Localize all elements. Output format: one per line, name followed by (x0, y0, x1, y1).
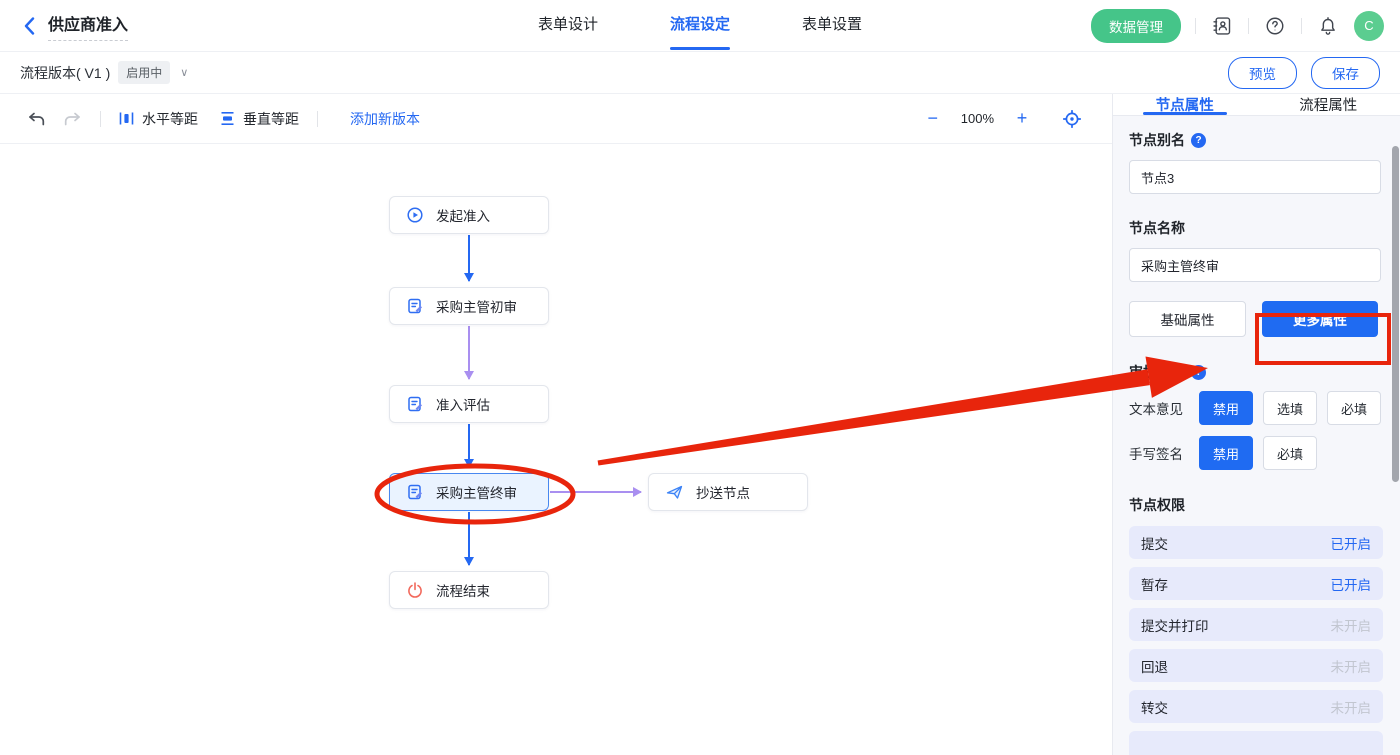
contact-book-icon[interactable] (1210, 14, 1234, 38)
flow-connectors (0, 144, 1112, 755)
chevron-down-icon[interactable]: ∨ (180, 66, 188, 79)
node-name-label: 节点名称 (1129, 218, 1378, 238)
status-badge: 未开启 (1331, 697, 1372, 717)
properties-panel: 节点属性 流程属性 节点别名 ? 节点名称 基础属性 更多属性 审批意见 ? (1112, 94, 1400, 755)
save-button[interactable]: 保存 (1311, 57, 1380, 89)
status-badge: 已开启 (1331, 533, 1372, 553)
flow-node-first-review[interactable]: 采购主管初审 (389, 287, 549, 325)
help-icon[interactable] (1263, 14, 1287, 38)
permission-row-save-draft[interactable]: 暂存 已开启 (1129, 567, 1383, 600)
flow-node-evaluation[interactable]: 准入评估 (389, 385, 549, 423)
header-actions: 数据管理 C (1091, 9, 1384, 43)
signature-required-button[interactable]: 必填 (1263, 436, 1317, 470)
tab-process-properties[interactable]: 流程属性 (1257, 94, 1400, 115)
zoom-out-button[interactable]: − (921, 108, 945, 129)
panel-tabs: 节点属性 流程属性 (1113, 94, 1400, 116)
add-version-link[interactable]: 添加新版本 (350, 109, 420, 129)
tab-form-design[interactable]: 表单设计 (538, 0, 598, 52)
notification-bell-icon[interactable] (1316, 14, 1340, 38)
permission-row-submit[interactable]: 提交 已开启 (1129, 526, 1383, 559)
play-icon (407, 207, 423, 223)
avatar[interactable]: C (1354, 11, 1384, 41)
zoom-level: 100% (961, 111, 994, 126)
divider (1195, 18, 1196, 34)
flow-node-final-review[interactable]: 采购主管终审 (389, 473, 549, 511)
panel-scrollbar[interactable] (1392, 146, 1399, 482)
horizontal-spacing-icon (119, 111, 134, 126)
horizontal-spacing-button[interactable]: 水平等距 (119, 109, 198, 129)
version-label: 流程版本( V1 ) (20, 63, 110, 83)
divider (1301, 18, 1302, 34)
locate-center-icon[interactable] (1062, 109, 1082, 129)
node-permissions-label: 节点权限 (1129, 495, 1378, 515)
preview-button[interactable]: 预览 (1228, 57, 1297, 89)
flow-node-start[interactable]: 发起准入 (389, 196, 549, 234)
status-badge: 未开启 (1331, 615, 1372, 635)
tab-process-setting[interactable]: 流程设定 (670, 0, 730, 52)
flow-node-cc[interactable]: 抄送节点 (648, 473, 808, 511)
flow-node-end[interactable]: 流程结束 (389, 571, 549, 609)
tab-node-properties[interactable]: 节点属性 (1113, 94, 1257, 115)
paper-plane-icon (666, 484, 683, 500)
text-opinion-disable-button[interactable]: 禁用 (1199, 391, 1253, 425)
power-icon (407, 582, 423, 598)
page-title[interactable]: 供应商准入 (48, 11, 128, 41)
help-icon[interactable]: ? (1191, 365, 1206, 380)
permission-row-submit-print[interactable]: 提交并打印 未开启 (1129, 608, 1383, 641)
status-badge: 启用中 (118, 61, 170, 84)
back-chevron-icon (24, 17, 35, 35)
doc-edit-icon (407, 298, 423, 314)
flow-canvas[interactable]: 发起准入 采购主管初审 准入评估 (0, 144, 1112, 755)
node-alias-label: 节点别名 ? (1129, 130, 1378, 150)
node-name-input[interactable] (1129, 248, 1381, 282)
signature-row: 手写签名 禁用 必填 (1129, 436, 1378, 470)
text-opinion-optional-button[interactable]: 选填 (1263, 391, 1317, 425)
data-manage-button[interactable]: 数据管理 (1091, 9, 1181, 43)
more-properties-button[interactable]: 更多属性 (1262, 301, 1378, 337)
permission-row-rollback[interactable]: 回退 未开启 (1129, 649, 1383, 682)
vertical-spacing-button[interactable]: 垂直等距 (220, 109, 299, 129)
text-opinion-required-button[interactable]: 必填 (1327, 391, 1381, 425)
node-alias-input[interactable] (1129, 160, 1381, 194)
doc-edit-icon (407, 484, 423, 500)
status-badge: 未开启 (1331, 656, 1372, 676)
undo-icon[interactable] (26, 109, 46, 129)
help-icon[interactable]: ? (1191, 133, 1206, 148)
status-badge: 已开启 (1331, 574, 1372, 594)
doc-edit-icon (407, 396, 423, 412)
vertical-spacing-icon (220, 111, 235, 126)
back-button[interactable] (16, 13, 42, 39)
app-header: 供应商准入 表单设计 流程设定 表单设置 数据管理 (0, 0, 1400, 52)
permission-row-transfer[interactable]: 转交 未开启 (1129, 690, 1383, 723)
canvas-toolbar: 水平等距 垂直等距 添加新版本 − 100% + (0, 94, 1112, 144)
zoom-in-button[interactable]: + (1010, 108, 1034, 129)
permission-row-partial[interactable] (1129, 731, 1383, 755)
signature-label: 手写签名 (1129, 443, 1189, 463)
text-opinion-row: 文本意见 禁用 选填 必填 (1129, 391, 1378, 425)
divider (100, 111, 101, 127)
redo-icon[interactable] (62, 109, 82, 129)
tab-form-setting[interactable]: 表单设置 (802, 0, 862, 52)
approval-opinion-label: 审批意见 ? (1129, 362, 1378, 382)
signature-disable-button[interactable]: 禁用 (1199, 436, 1253, 470)
divider (1248, 18, 1249, 34)
text-opinion-label: 文本意见 (1129, 398, 1189, 418)
version-bar: 流程版本( V1 ) 启用中 ∨ 预览 保存 (0, 52, 1400, 94)
divider (317, 111, 318, 127)
basic-properties-button[interactable]: 基础属性 (1129, 301, 1246, 337)
